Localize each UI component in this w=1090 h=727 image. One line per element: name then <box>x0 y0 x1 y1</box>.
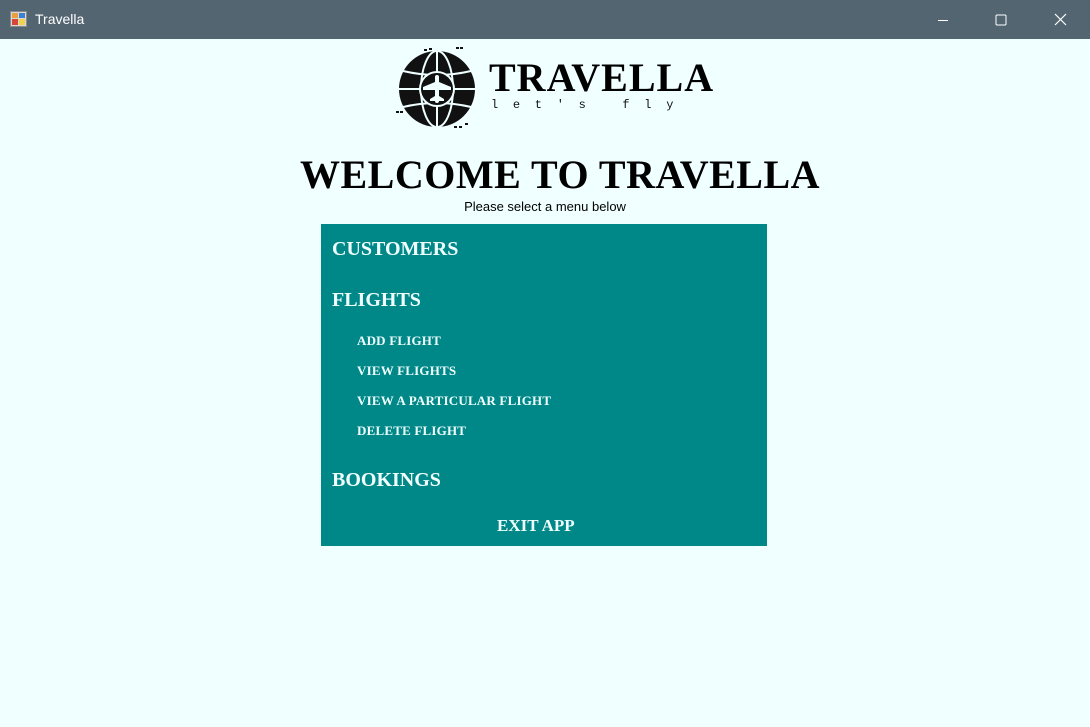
close-button[interactable] <box>1031 0 1089 39</box>
page-subtitle: Please select a menu below <box>464 199 626 214</box>
menu-customers[interactable]: CUSTOMERS <box>332 238 458 261</box>
maximize-icon <box>995 14 1007 25</box>
close-icon <box>1054 13 1066 26</box>
menu-view-particular-flight[interactable]: VIEW A PARTICULAR FLIGHT <box>357 393 551 409</box>
menu-bookings[interactable]: BOOKINGS <box>332 469 441 492</box>
logo-brand-name: TRAVELLA <box>489 55 715 100</box>
menu-add-flight[interactable]: ADD FLIGHT <box>357 333 441 349</box>
maximize-button[interactable] <box>972 0 1030 39</box>
menu-view-flights[interactable]: VIEW FLIGHTS <box>357 363 456 379</box>
page-title: WELCOME TO TRAVELLA <box>299 152 821 197</box>
exit-app-button[interactable]: EXIT APP <box>497 516 575 536</box>
minimize-button[interactable] <box>914 0 972 39</box>
window-titlebar[interactable]: Travella <box>0 0 1090 39</box>
window-title: Travella <box>35 11 85 27</box>
logo-tagline: let's fly <box>491 98 689 112</box>
form-app-icon <box>10 11 27 27</box>
minimize-icon <box>938 19 948 21</box>
menu-delete-flight[interactable]: DELETE FLIGHT <box>357 423 466 439</box>
main-menu-panel: CUSTOMERS FLIGHTS ADD FLIGHT VIEW FLIGHT… <box>321 224 767 546</box>
menu-flights[interactable]: FLIGHTS <box>332 289 421 312</box>
